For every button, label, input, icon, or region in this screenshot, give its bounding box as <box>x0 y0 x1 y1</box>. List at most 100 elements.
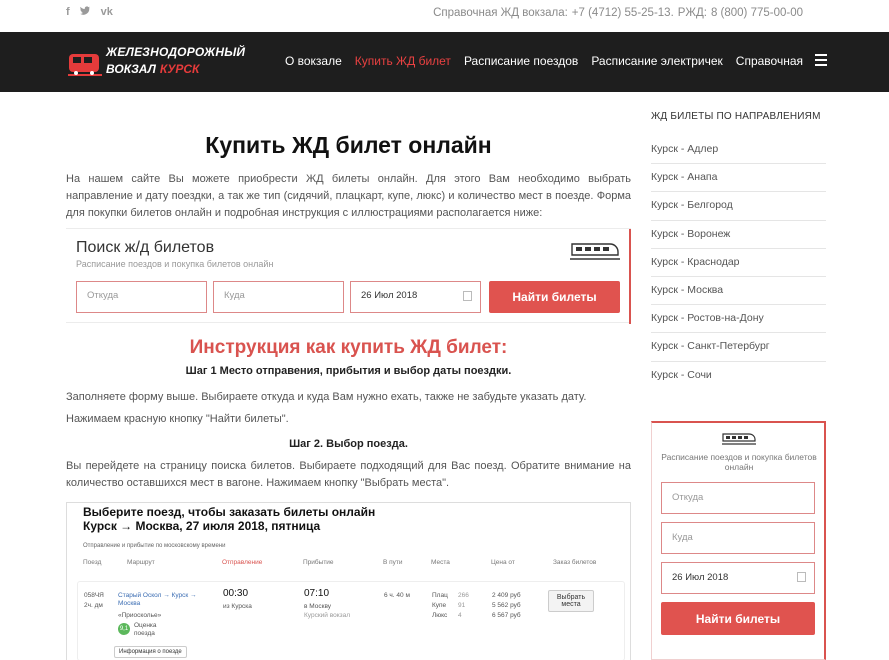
nav-buy-ticket[interactable]: Купить ЖД билет <box>355 54 451 68</box>
nav-info[interactable]: Справочная <box>736 54 803 68</box>
train-name: «Приосколье» <box>118 612 162 619</box>
train-route[interactable]: Старый Оскол → Курск → Москва <box>118 592 208 608</box>
seats-lux: 4 <box>458 612 462 619</box>
shot-header-train: Поезд <box>83 559 102 566</box>
search-title: Поиск ж/д билетов <box>76 239 215 256</box>
arrival-station: Курский вокзал <box>304 612 351 619</box>
step1-text-1: Заполняете форму выше. Выбираете откуда … <box>66 391 587 403</box>
page-title: Купить ЖД билет онлайн <box>205 132 492 158</box>
class-kupe: Купе <box>432 602 447 609</box>
rating-label: Оценка поезда <box>134 622 157 637</box>
direction-krasnodar[interactable]: Курск - Краснодар <box>651 249 826 277</box>
direction-sochi[interactable]: Курск - Сочи <box>651 362 826 390</box>
sidebar: ЖД БИЛЕТЫ ПО НАПРАВЛЕНИЯМ Курск - Адлер … <box>651 92 826 390</box>
shot-train-row: 058ЧЯ 2ч. дм Старый Оскол → Курск → Моск… <box>77 581 625 660</box>
departure-time: 00:30 <box>223 588 249 599</box>
nav-train-schedule[interactable]: Расписание поездов <box>464 54 578 68</box>
vk-icon[interactable]: vk <box>101 6 113 19</box>
logo-city: КУРСК <box>159 62 200 76</box>
date-value: 26 Июл 2018 <box>361 290 418 301</box>
instructions-title: Инструкция как купить ЖД билет: <box>189 337 508 358</box>
contacts: Справочная ЖД вокзала: +7 (4712) 55-25-13… <box>429 7 803 19</box>
logo-line-2: ВОКЗАЛ КУРСК <box>106 62 199 76</box>
class-plac: Плац <box>432 592 448 599</box>
shot-note: Отправление и прибытие по московскому вр… <box>83 543 226 549</box>
train-icon <box>570 243 620 260</box>
shot-header-order: Заказ билетов <box>553 559 597 566</box>
nav-suburban-schedule[interactable]: Расписание электричек <box>591 54 722 68</box>
price-kupe: 5 562 руб <box>492 602 521 609</box>
arrival-time: 07:10 <box>304 588 330 599</box>
intro-text: На нашем сайте Вы можете приобрести ЖД б… <box>66 173 631 219</box>
class-lux: Люкс <box>432 612 448 619</box>
calendar-icon <box>797 572 806 582</box>
site-logo[interactable]: ЖЕЛЕЗНОДОРОЖНЫЙ ВОКЗАЛ КУРСК <box>66 44 245 82</box>
sidebar-heading: ЖД БИЛЕТЫ ПО НАПРАВЛЕНИЯМ <box>651 111 821 122</box>
shot-header-departure: Отправление <box>222 559 263 566</box>
step2-text: Вы перейдете на страницу поиска билетов.… <box>66 460 631 489</box>
direction-spb[interactable]: Курск - Санкт-Петербург <box>651 333 826 362</box>
social-links: f vk <box>66 6 113 19</box>
duration: 6 ч. 40 м <box>384 592 410 599</box>
sidebar-date-input[interactable]: 26 Июл 2018 <box>661 562 815 594</box>
seats-plac: 266 <box>458 592 469 599</box>
sidebar-from-input[interactable]: Откуда <box>661 482 815 514</box>
direction-anapa[interactable]: Курск - Анапа <box>651 164 826 193</box>
sidebar-find-tickets-button[interactable]: Найти билеты <box>661 602 815 635</box>
shot-header-route: Маршрут <box>127 559 155 566</box>
search-subtitle: Расписание поездов и покупка билетов онл… <box>76 259 274 269</box>
shot-header-arrival: Прибытие <box>303 559 334 566</box>
facebook-icon[interactable]: f <box>66 6 70 19</box>
train-logo-icon <box>68 54 102 76</box>
main-content: Купить ЖД билет онлайн На нашем сайте Вы… <box>66 92 631 492</box>
date-input[interactable]: 26 Июл 2018 <box>350 281 481 313</box>
twitter-icon[interactable] <box>79 6 91 19</box>
shot-header-seats: Места <box>431 559 450 566</box>
phone-rzd[interactable]: 8 (800) 775-00-00 <box>711 7 803 19</box>
step1-text-2: Нажимаем красную кнопку "Найти билеты". <box>66 413 289 425</box>
direction-adler[interactable]: Курск - Адлер <box>651 136 826 165</box>
arrival-place: в Москву <box>304 603 332 610</box>
sidebar-search-form: Расписание поездов и покупка билетов онл… <box>651 421 826 660</box>
departure-place: из Курска <box>223 603 252 610</box>
site-header: ЖЕЛЕЗНОДОРОЖНЫЙ ВОКЗАЛ КУРСК О вокзале Ку… <box>0 32 889 92</box>
from-input[interactable]: Откуда <box>76 281 207 313</box>
phone-main[interactable]: +7 (4712) 55-25-13. <box>572 7 674 19</box>
sidebar-to-input[interactable]: Куда <box>661 522 815 554</box>
shot-header-price: Цена от <box>491 559 515 566</box>
step1-title: Шаг 1 Место отправения, прибытия и выбор… <box>185 365 512 377</box>
train-icon <box>722 433 756 445</box>
contacts-label: Справочная ЖД вокзала: <box>433 7 568 19</box>
ticket-search-form: Поиск ж/д билетов Расписание поездов и п… <box>66 228 631 324</box>
nav-about[interactable]: О вокзале <box>285 54 342 68</box>
calendar-icon <box>463 291 472 301</box>
shot-route: Курск → Москва, 27 июля 2018, пятница <box>83 519 321 533</box>
select-seats-button[interactable]: Выбрать места <box>548 590 594 612</box>
instruction-screenshot: Выберите поезд, чтобы заказать билеты он… <box>66 502 631 660</box>
logo-line-1: ЖЕЛЕЗНОДОРОЖНЫЙ <box>106 45 246 59</box>
sidebar-date-value: 26 Июл 2018 <box>672 572 729 583</box>
menu-icon[interactable] <box>815 54 827 69</box>
train-type: 2ч. дм <box>84 602 103 609</box>
step2-title: Шаг 2. Выбор поезда. <box>289 438 408 450</box>
direction-voronezh[interactable]: Курск - Воронеж <box>651 221 826 249</box>
direction-list: Курск - Адлер Курск - Анапа Курск - Белг… <box>651 136 826 390</box>
train-info-button[interactable]: Информация о поезде <box>114 646 187 658</box>
direction-rostov[interactable]: Курск - Ростов-на-Дону <box>651 305 826 334</box>
top-bar: f vk Справочная ЖД вокзала: +7 (4712) 55-… <box>0 0 889 32</box>
shot-title: Выберите поезд, чтобы заказать билеты он… <box>83 505 376 519</box>
logo-word: ВОКЗАЛ <box>106 62 156 76</box>
direction-moscow[interactable]: Курск - Москва <box>651 277 826 306</box>
sidebar-search-subtitle: Расписание поездов и покупка билетов онл… <box>661 452 817 472</box>
train-number: 058ЧЯ <box>84 592 104 599</box>
price-lux: 6 567 руб <box>492 612 521 619</box>
find-tickets-button[interactable]: Найти билеты <box>489 281 620 313</box>
to-input[interactable]: Куда <box>213 281 344 313</box>
main-nav: О вокзале Купить ЖД билет Расписание пое… <box>285 54 803 68</box>
direction-belgorod[interactable]: Курск - Белгород <box>651 192 826 221</box>
phone-rzd-label: РЖД: <box>677 7 707 19</box>
shot-header-duration: В пути <box>383 559 403 566</box>
seats-kupe: 91 <box>458 602 466 609</box>
rating-badge: 9,1 <box>118 623 130 635</box>
price-plac: 2 409 руб <box>492 592 521 599</box>
